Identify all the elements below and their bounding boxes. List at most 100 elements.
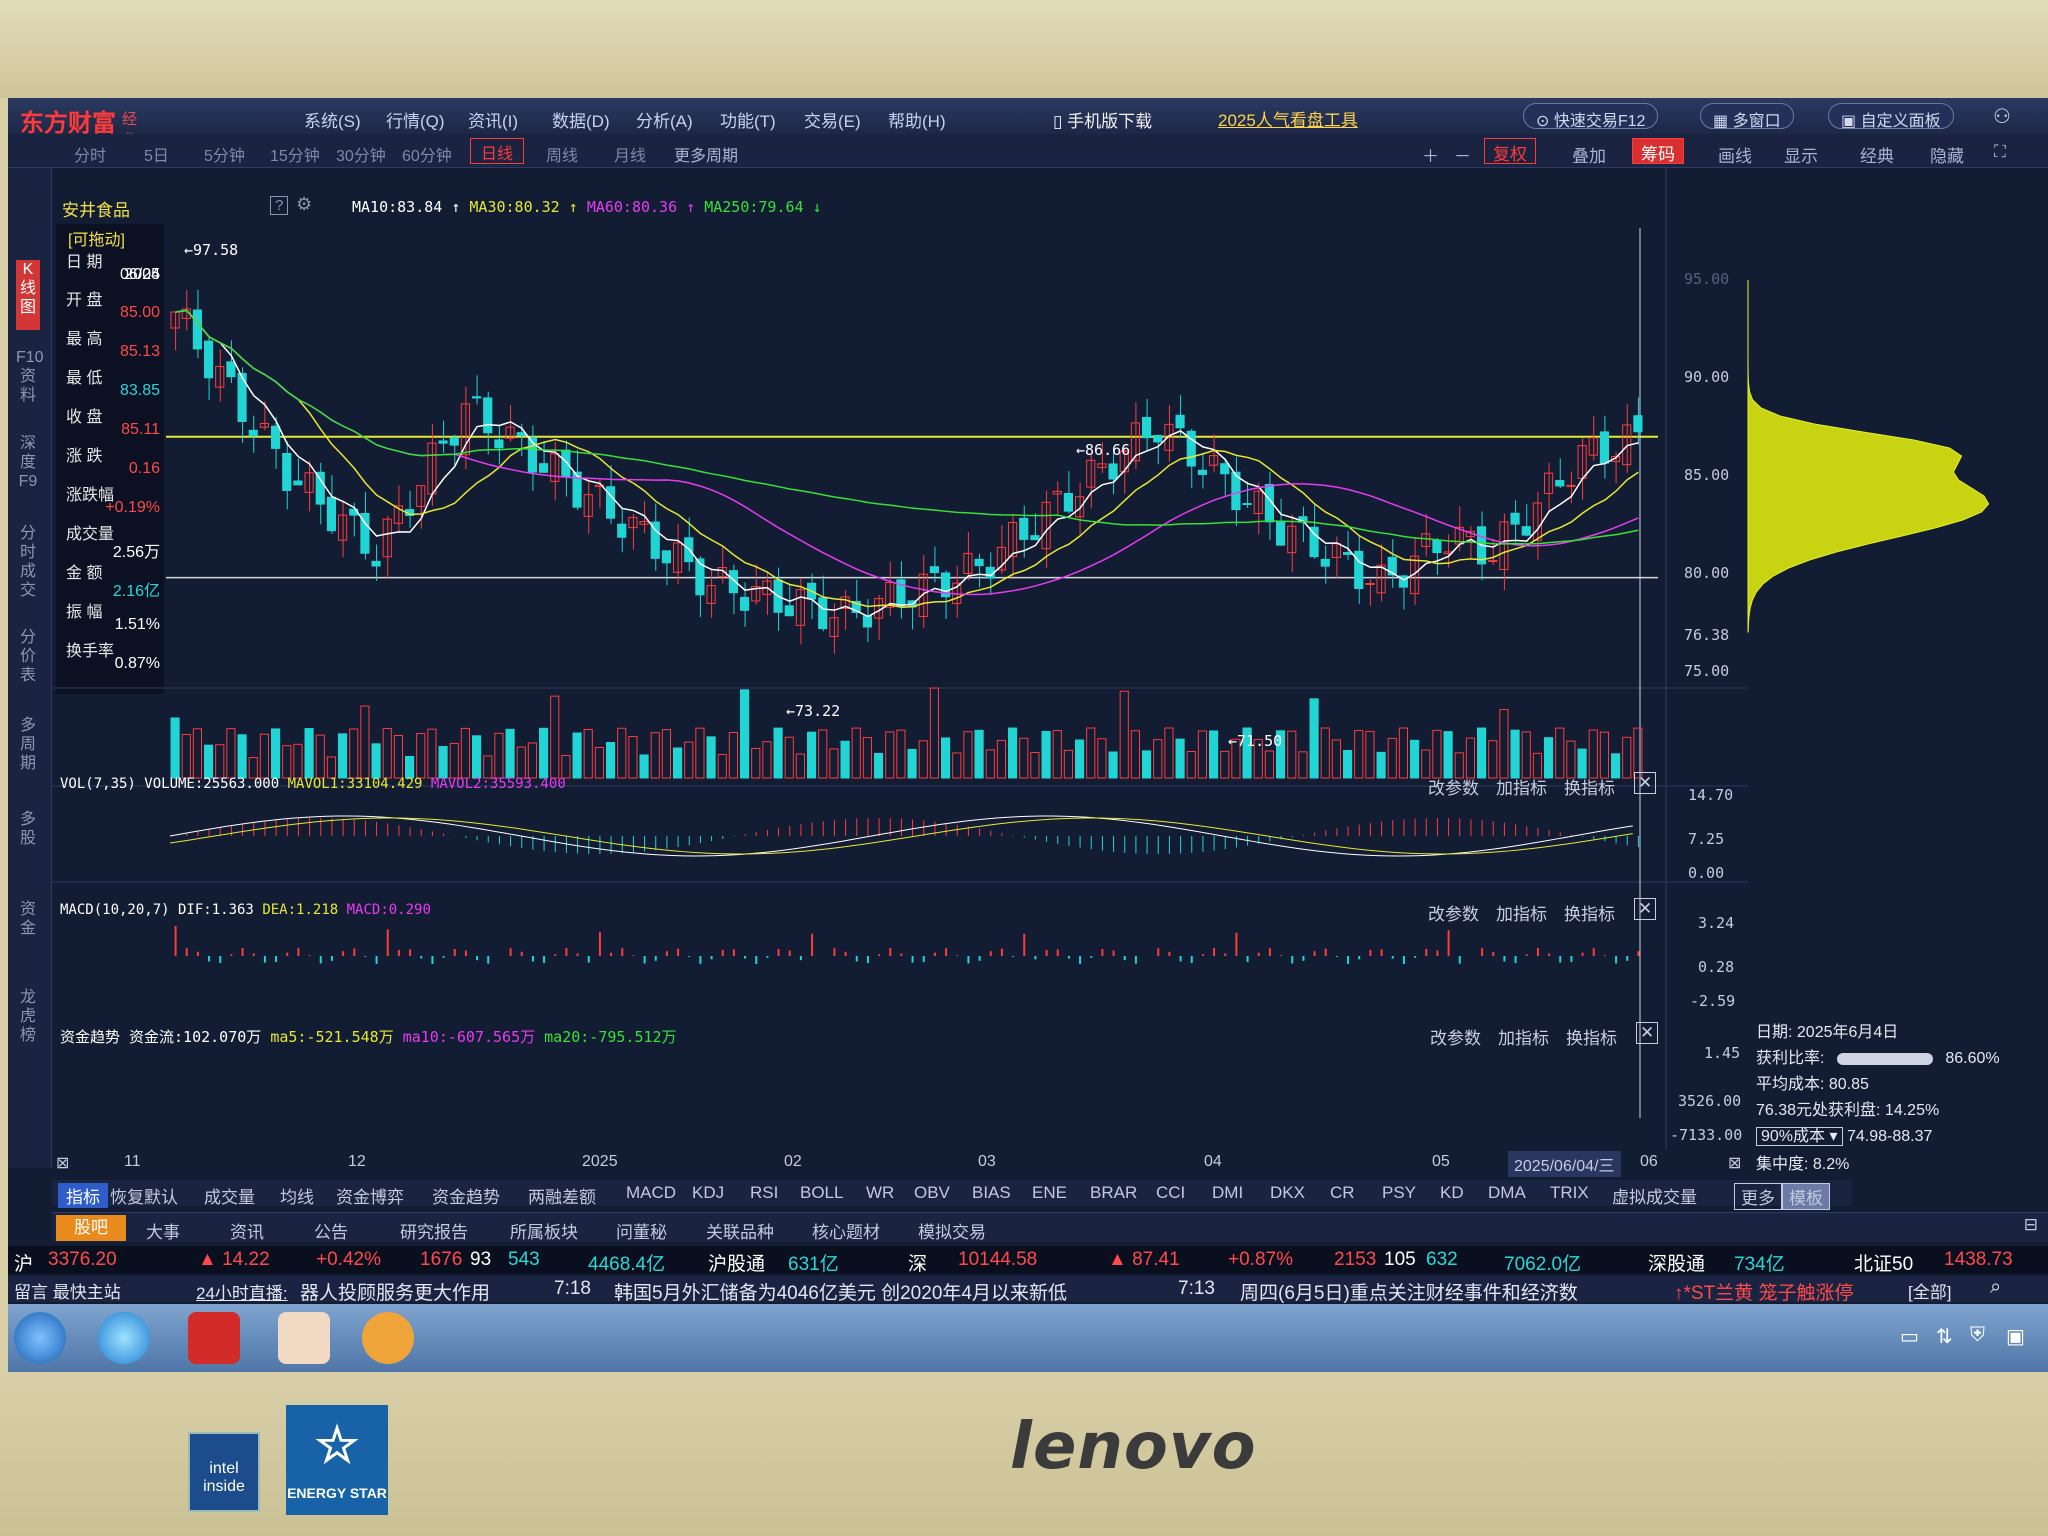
multi-window-button[interactable]: ▦ 多窗口 xyxy=(1700,103,1794,130)
period-daily[interactable]: 日线 xyxy=(470,138,525,164)
period-weekly[interactable]: 周线 xyxy=(546,142,578,166)
news-item-2[interactable]: 韩国5月外汇储备为4046亿美元 创2020年4月以来新低 xyxy=(614,1278,1067,1305)
tray-network-icon[interactable]: ⇅ xyxy=(1936,1324,1953,1349)
menu-quote[interactable]: 行情(Q) xyxy=(386,107,445,132)
macd-switch-button[interactable]: 换指标 xyxy=(1564,900,1615,925)
menu-trade[interactable]: 交易(E) xyxy=(804,107,861,132)
indicator-tab-4[interactable]: 资金博弈 xyxy=(336,1183,404,1208)
indicator-tab-0[interactable]: 指标 xyxy=(58,1183,108,1208)
display-button[interactable]: 显示 xyxy=(1784,142,1818,167)
news-left-links[interactable]: 留言 最快主站 xyxy=(14,1278,121,1303)
indicator-tab-23[interactable]: TRIX xyxy=(1550,1183,1589,1203)
indicator-tab-20[interactable]: PSY xyxy=(1382,1183,1416,1203)
period-15min[interactable]: 15分钟 xyxy=(270,142,320,166)
sub-tab-4[interactable]: 研究报告 xyxy=(400,1218,468,1243)
indicator-tab-21[interactable]: KD xyxy=(1440,1183,1464,1203)
indicator-tab-14[interactable]: ENE xyxy=(1032,1183,1067,1203)
news-item-3[interactable]: 周四(6月5日)重点关注财经事件和经济数 xyxy=(1240,1278,1578,1305)
vol-close-icon[interactable]: ✕ xyxy=(1634,772,1657,794)
expand-icon[interactable]: ⊟ xyxy=(2024,1215,2038,1235)
flow-close-icon[interactable]: ✕ xyxy=(1636,1022,1659,1044)
custom-panel-button[interactable]: ▣ 自定义面板 xyxy=(1828,103,1954,130)
flow-switch-button[interactable]: 换指标 xyxy=(1566,1024,1617,1049)
adjust-button[interactable]: 复权 xyxy=(1484,138,1536,164)
vol-add-button[interactable]: 加指标 xyxy=(1496,774,1547,799)
mail-app-icon[interactable] xyxy=(278,1312,330,1364)
sub-tab-8[interactable]: 核心题材 xyxy=(812,1218,880,1243)
indicator-tab-11[interactable]: WR xyxy=(866,1183,894,1203)
period-5day[interactable]: 5日 xyxy=(144,142,169,166)
news-live-label[interactable]: 24小时直播: xyxy=(196,1279,288,1304)
eastmoney-app-icon[interactable] xyxy=(188,1312,240,1364)
sub-tab-5[interactable]: 所属板块 xyxy=(510,1218,578,1243)
menu-info[interactable]: 资讯(I) xyxy=(468,107,518,132)
indicator-tab-9[interactable]: RSI xyxy=(750,1183,778,1203)
macd-param-button[interactable]: 改参数 xyxy=(1428,900,1479,925)
indicator-tab-15[interactable]: BRAR xyxy=(1090,1183,1137,1203)
scroll-left-icon[interactable]: ⊠ xyxy=(56,1153,69,1173)
menu-function[interactable]: 功能(T) xyxy=(720,107,776,132)
indicator-tab-24[interactable]: 虚拟成交量 xyxy=(1612,1183,1697,1208)
menu-data[interactable]: 数据(D) xyxy=(552,107,610,132)
fullscreen-icon[interactable]: ⛶ xyxy=(1994,142,2006,162)
menu-system[interactable]: 系统(S) xyxy=(304,107,361,132)
sub-tab-2[interactable]: 资讯 xyxy=(230,1218,264,1243)
flow-add-button[interactable]: 加指标 xyxy=(1498,1024,1549,1049)
zoom-in-icon[interactable]: ＋ xyxy=(1422,142,1439,167)
media-app-icon[interactable] xyxy=(362,1312,414,1364)
indicator-tab-22[interactable]: DMA xyxy=(1488,1183,1526,1203)
indicator-tab-7[interactable]: MACD xyxy=(626,1183,676,1203)
indicator-tab-18[interactable]: DKX xyxy=(1270,1183,1305,1203)
sub-tab-1[interactable]: 大事 xyxy=(146,1218,180,1243)
vol-param-button[interactable]: 改参数 xyxy=(1428,774,1479,799)
news-alert[interactable]: ↑*ST兰黄 笼子触涨停 xyxy=(1674,1278,1853,1305)
phone-download-button[interactable]: ▯ 手机版下载 xyxy=(1053,107,1152,132)
menu-help[interactable]: 帮助(H) xyxy=(888,107,946,132)
period-60min[interactable]: 60分钟 xyxy=(402,142,452,166)
indicator-tab-6[interactable]: 两融差额 xyxy=(528,1183,596,1208)
classic-button[interactable]: 经典 xyxy=(1860,142,1894,167)
macd-close-icon[interactable]: ✕ xyxy=(1634,898,1657,920)
indicator-tab-12[interactable]: OBV xyxy=(914,1183,950,1203)
overlay-button[interactable]: 叠加 xyxy=(1572,142,1606,167)
sub-tab-6[interactable]: 问董秘 xyxy=(616,1218,667,1243)
flow-param-button[interactable]: 改参数 xyxy=(1430,1024,1481,1049)
sub-tab-0[interactable]: 股吧 xyxy=(56,1215,126,1241)
chips-button[interactable]: 筹码 xyxy=(1632,138,1684,164)
macd-add-button[interactable]: 加指标 xyxy=(1496,900,1547,925)
bz-label[interactable]: 北证50 xyxy=(1854,1249,1913,1276)
indicator-tab-8[interactable]: KDJ xyxy=(692,1183,724,1203)
hide-button[interactable]: 隐藏 xyxy=(1930,142,1964,167)
quick-trade-button[interactable]: ⊙ 快速交易F12 xyxy=(1523,103,1659,130)
ie-browser-icon[interactable] xyxy=(98,1312,150,1364)
indicator-tab-13[interactable]: BIAS xyxy=(972,1183,1011,1203)
search-icon[interactable]: ⌕ xyxy=(1990,1276,2001,1299)
indicator-tab-19[interactable]: CR xyxy=(1330,1183,1355,1203)
zoom-out-icon[interactable]: － xyxy=(1454,142,1471,167)
indicator-tab-3[interactable]: 均线 xyxy=(280,1183,314,1208)
news-all-link[interactable]: [全部] xyxy=(1908,1278,1951,1303)
user-icon[interactable]: ⚇ xyxy=(1993,104,2011,129)
tray-shield-icon[interactable]: ⛨ xyxy=(1970,1324,1985,1347)
start-button-icon[interactable] xyxy=(14,1312,66,1364)
indicator-tab-25[interactable]: 更多 xyxy=(1734,1183,1782,1210)
sz-index[interactable]: 10144.58 xyxy=(958,1249,1037,1271)
indicator-tab-26[interactable]: 模板 xyxy=(1782,1183,1830,1210)
sub-tab-3[interactable]: 公告 xyxy=(314,1218,348,1243)
hgt-label[interactable]: 沪股通 xyxy=(708,1249,765,1276)
sh-index[interactable]: 3376.20 xyxy=(48,1249,117,1271)
cost-select[interactable]: 90%成本 ▾ xyxy=(1756,1127,1843,1146)
indicator-tab-17[interactable]: DMI xyxy=(1212,1183,1243,1203)
tray-folder-icon[interactable]: ▭ xyxy=(1900,1324,1919,1349)
period-5min[interactable]: 5分钟 xyxy=(204,142,245,166)
menu-analysis[interactable]: 分析(A) xyxy=(636,107,693,132)
period-more[interactable]: 更多周期 xyxy=(674,142,738,166)
news-item-1[interactable]: 器人投顾服务更大作用 xyxy=(300,1278,490,1305)
period-30min[interactable]: 30分钟 xyxy=(336,142,386,166)
period-intraday[interactable]: 分时 xyxy=(74,142,106,166)
indicator-tab-2[interactable]: 成交量 xyxy=(204,1183,255,1208)
indicator-tab-5[interactable]: 资金趋势 xyxy=(432,1183,500,1208)
indicator-tab-1[interactable]: 恢复默认 xyxy=(110,1183,178,1208)
indicator-tab-16[interactable]: CCI xyxy=(1156,1183,1185,1203)
period-monthly[interactable]: 月线 xyxy=(614,142,646,166)
